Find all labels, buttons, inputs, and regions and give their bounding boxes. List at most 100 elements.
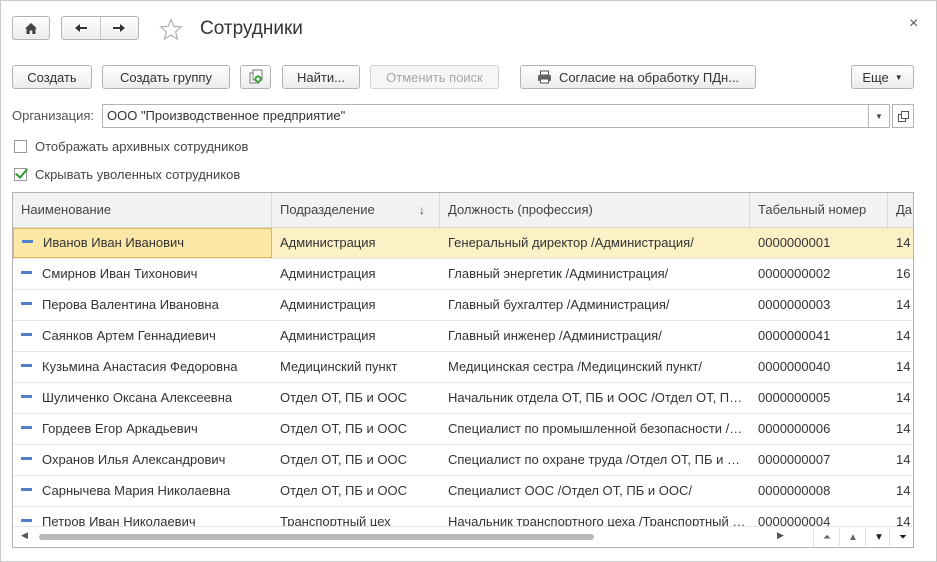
cell-name[interactable]: Шуличенко Оксана Алексеевна — [13, 383, 272, 413]
table-row[interactable]: Смирнов Иван Тихонович Администрация Главн… — [13, 259, 913, 290]
table-row[interactable]: Саянков Артем Геннадиевич Администрация Гл… — [13, 321, 913, 352]
table-row[interactable]: Иванов Иван Иванович Администрация Генерал… — [13, 228, 913, 259]
employee-name: Перова Валентина Ивановна — [42, 297, 219, 312]
organization-dropdown-button[interactable]: ▼ — [868, 104, 890, 128]
consent-button[interactable]: Согласие на обработку ПДн... — [520, 65, 756, 89]
table-row[interactable]: Перова Валентина Ивановна Администрация Гл… — [13, 290, 913, 321]
copy-button[interactable] — [240, 65, 271, 89]
cell-date[interactable]: 14 — [888, 352, 913, 382]
page-down-button[interactable]: ▼ — [865, 528, 892, 546]
close-button[interactable]: × — [909, 15, 918, 33]
sort-arrow-icon: ↓ — [419, 203, 425, 217]
table-row[interactable]: Кузьмина Анастасия Федоровна Медицинский … — [13, 352, 913, 383]
cell-date[interactable]: 14 — [888, 383, 913, 413]
star-icon[interactable] — [159, 18, 183, 41]
cell-department[interactable]: Администрация — [272, 228, 440, 258]
cell-date[interactable]: 16 — [888, 259, 913, 289]
employee-name: Сарнычева Мария Николаевна — [42, 483, 231, 498]
table-row[interactable]: Охранов Илья Александрович Отдел ОТ, ПБ и… — [13, 445, 913, 476]
cell-name[interactable]: Саянков Артем Геннадиевич — [13, 321, 272, 351]
employee-icon — [21, 302, 32, 306]
cell-position[interactable]: Главный инженер /Администрация/ — [440, 321, 750, 351]
chevron-up-icon: ▲ — [848, 531, 858, 543]
cell-date[interactable]: 14 — [888, 445, 913, 475]
cell-position[interactable]: Главный энергетик /Администрация/ — [440, 259, 750, 289]
cell-name[interactable]: Гордеев Егор Аркадьевич — [13, 414, 272, 444]
dropdown-arrow-icon: ▼ — [894, 72, 903, 82]
horizontal-scrollbar[interactable]: ◀ ▶ ⏶ ▲ ▼ ⏷ — [13, 526, 913, 547]
employee-name: Шуличенко Оксана Алексеевна — [42, 390, 233, 405]
column-header-date[interactable]: Да — [888, 193, 913, 227]
find-button[interactable]: Найти... — [282, 65, 360, 89]
cell-position[interactable]: Начальник отдела ОТ, ПБ и ООС /Отдел ОТ,… — [440, 383, 750, 413]
cell-date[interactable]: 14 — [888, 321, 913, 351]
cell-date[interactable]: 14 — [888, 290, 913, 320]
scroll-left-icon[interactable]: ◀ — [21, 530, 28, 541]
cell-department[interactable]: Отдел ОТ, ПБ и ООС — [272, 414, 440, 444]
cell-position[interactable]: Медицинская сестра /Медицинский пункт/ — [440, 352, 750, 382]
cell-department[interactable]: Администрация — [272, 259, 440, 289]
cell-department[interactable]: Администрация — [272, 290, 440, 320]
double-chevron-up-icon: ⏶ — [823, 531, 831, 543]
column-header-name[interactable]: Наименование — [13, 193, 272, 227]
cell-position[interactable]: Специалист ООС /Отдел ОТ, ПБ и ООС/ — [440, 476, 750, 506]
cell-name[interactable]: Перова Валентина Ивановна — [13, 290, 272, 320]
forward-button[interactable] — [99, 17, 139, 39]
scroll-thumb[interactable] — [39, 534, 594, 540]
cell-date[interactable]: 14 — [888, 476, 913, 506]
cell-tab-number[interactable]: 0000000001 — [750, 228, 888, 258]
cell-position[interactable]: Главный бухгалтер /Администрация/ — [440, 290, 750, 320]
cell-department[interactable]: Медицинский пункт — [272, 352, 440, 382]
cell-department[interactable]: Администрация — [272, 321, 440, 351]
table-row[interactable]: Сарнычева Мария Николаевна Отдел ОТ, ПБ и… — [13, 476, 913, 507]
cell-position[interactable]: Специалист по промышленной безопасности … — [440, 414, 750, 444]
employee-icon — [21, 426, 32, 430]
home-button[interactable] — [12, 16, 50, 40]
printer-icon — [537, 70, 551, 84]
cell-tab-number[interactable]: 0000000008 — [750, 476, 888, 506]
back-button[interactable] — [62, 17, 100, 39]
cell-name[interactable]: Смирнов Иван Тихонович — [13, 259, 272, 289]
cell-date[interactable]: 14 — [888, 414, 913, 444]
cell-tab-number[interactable]: 0000000002 — [750, 259, 888, 289]
cell-tab-number[interactable]: 0000000041 — [750, 321, 888, 351]
scroll-to-bottom-button[interactable]: ⏷ — [889, 528, 913, 546]
employees-window: Сотрудники × Создать Создать группу Найт… — [0, 0, 937, 562]
cell-department[interactable]: Отдел ОТ, ПБ и ООС — [272, 383, 440, 413]
double-chevron-down-icon: ⏷ — [899, 531, 907, 543]
employee-icon — [21, 457, 32, 461]
cell-tab-number[interactable]: 0000000006 — [750, 414, 888, 444]
cell-name[interactable]: Иванов Иван Иванович — [13, 228, 272, 258]
page-up-button[interactable]: ▲ — [839, 528, 866, 546]
cell-name[interactable]: Охранов Илья Александрович — [13, 445, 272, 475]
scroll-right-icon[interactable]: ▶ — [777, 530, 784, 541]
create-button[interactable]: Создать — [12, 65, 92, 89]
cell-position[interactable]: Генеральный директор /Администрация/ — [440, 228, 750, 258]
organization-open-button[interactable] — [892, 104, 914, 128]
show-archive-checkbox[interactable] — [14, 140, 27, 153]
cancel-search-button[interactable]: Отменить поиск — [370, 65, 499, 89]
copy-icon — [249, 69, 262, 84]
cell-date[interactable]: 14 — [888, 228, 913, 258]
show-archive-label: Отображать архивных сотрудников — [35, 139, 249, 154]
organization-field[interactable]: ООО "Производственное предприятие" — [102, 104, 869, 128]
column-header-position[interactable]: Должность (профессия) — [440, 193, 750, 227]
column-header-tab-number[interactable]: Табельный номер — [750, 193, 888, 227]
cell-tab-number[interactable]: 0000000003 — [750, 290, 888, 320]
cell-tab-number[interactable]: 0000000007 — [750, 445, 888, 475]
more-button[interactable]: Еще ▼ — [851, 65, 914, 89]
employee-name: Саянков Артем Геннадиевич — [42, 328, 216, 343]
cell-name[interactable]: Кузьмина Анастасия Федоровна — [13, 352, 272, 382]
table-row[interactable]: Гордеев Егор Аркадьевич Отдел ОТ, ПБ и ОО… — [13, 414, 913, 445]
cell-name[interactable]: Сарнычева Мария Николаевна — [13, 476, 272, 506]
cell-tab-number[interactable]: 0000000040 — [750, 352, 888, 382]
scroll-to-top-button[interactable]: ⏶ — [813, 528, 840, 546]
create-group-button[interactable]: Создать группу — [102, 65, 230, 89]
table-row[interactable]: Шуличенко Оксана Алексеевна Отдел ОТ, ПБ … — [13, 383, 913, 414]
column-header-department[interactable]: Подразделение ↓ — [272, 193, 440, 227]
cell-department[interactable]: Отдел ОТ, ПБ и ООС — [272, 476, 440, 506]
cell-position[interactable]: Специалист по охране труда /Отдел ОТ, ПБ… — [440, 445, 750, 475]
cell-department[interactable]: Отдел ОТ, ПБ и ООС — [272, 445, 440, 475]
hide-fired-checkbox[interactable] — [14, 168, 27, 181]
cell-tab-number[interactable]: 0000000005 — [750, 383, 888, 413]
